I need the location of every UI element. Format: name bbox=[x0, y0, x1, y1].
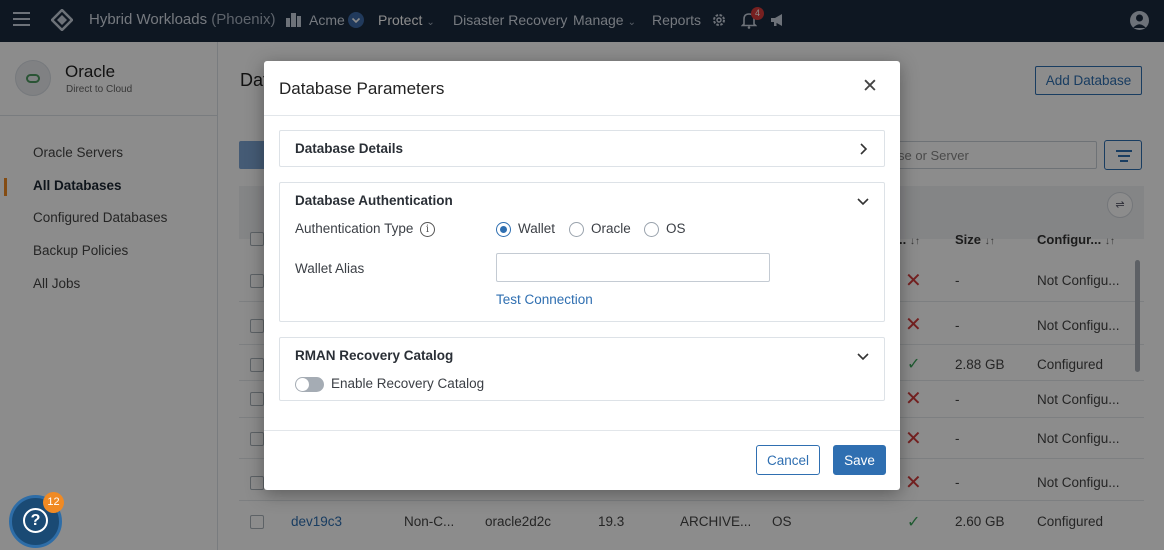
test-connection-link[interactable]: Test Connection bbox=[496, 292, 593, 307]
close-icon[interactable]: ✕ bbox=[860, 77, 880, 97]
os-radio-label[interactable]: OS bbox=[666, 221, 686, 236]
authentication-type-label: Authentication Type bbox=[295, 221, 414, 236]
info-icon[interactable]: i bbox=[420, 222, 435, 237]
question-icon: ? bbox=[23, 508, 48, 533]
rman-recovery-catalog-section: RMAN Recovery Catalog Enable Recovery Ca… bbox=[279, 337, 885, 401]
cancel-button[interactable]: Cancel bbox=[756, 445, 820, 475]
chevron-down-icon[interactable] bbox=[856, 194, 870, 208]
wallet-radio-label[interactable]: Wallet bbox=[518, 221, 555, 236]
recovery-catalog-toggle[interactable] bbox=[295, 377, 324, 392]
oracle-radio-label[interactable]: Oracle bbox=[591, 221, 631, 236]
database-authentication-section: Database Authentication Authentication T… bbox=[279, 182, 885, 322]
section-title: RMAN Recovery Catalog bbox=[295, 348, 454, 363]
chevron-down-icon[interactable] bbox=[856, 349, 870, 363]
recovery-catalog-toggle-label: Enable Recovery Catalog bbox=[331, 376, 485, 391]
database-details-section[interactable]: Database Details bbox=[279, 130, 885, 167]
save-button[interactable]: Save bbox=[833, 445, 886, 475]
wallet-alias-input[interactable] bbox=[496, 253, 770, 282]
os-radio[interactable] bbox=[644, 222, 659, 237]
database-parameters-dialog: Database Parameters ✕ Database Details D… bbox=[264, 61, 900, 490]
help-badge: 12 bbox=[43, 492, 64, 513]
dialog-footer-divider bbox=[264, 430, 900, 431]
section-title: Database Authentication bbox=[295, 193, 453, 208]
dialog-header-divider bbox=[264, 115, 900, 116]
chevron-right-icon[interactable] bbox=[856, 142, 870, 156]
oracle-radio[interactable] bbox=[569, 222, 584, 237]
section-title: Database Details bbox=[295, 141, 404, 156]
dialog-title: Database Parameters bbox=[279, 79, 445, 98]
wallet-radio[interactable] bbox=[496, 222, 511, 237]
wallet-alias-label: Wallet Alias bbox=[295, 261, 365, 276]
